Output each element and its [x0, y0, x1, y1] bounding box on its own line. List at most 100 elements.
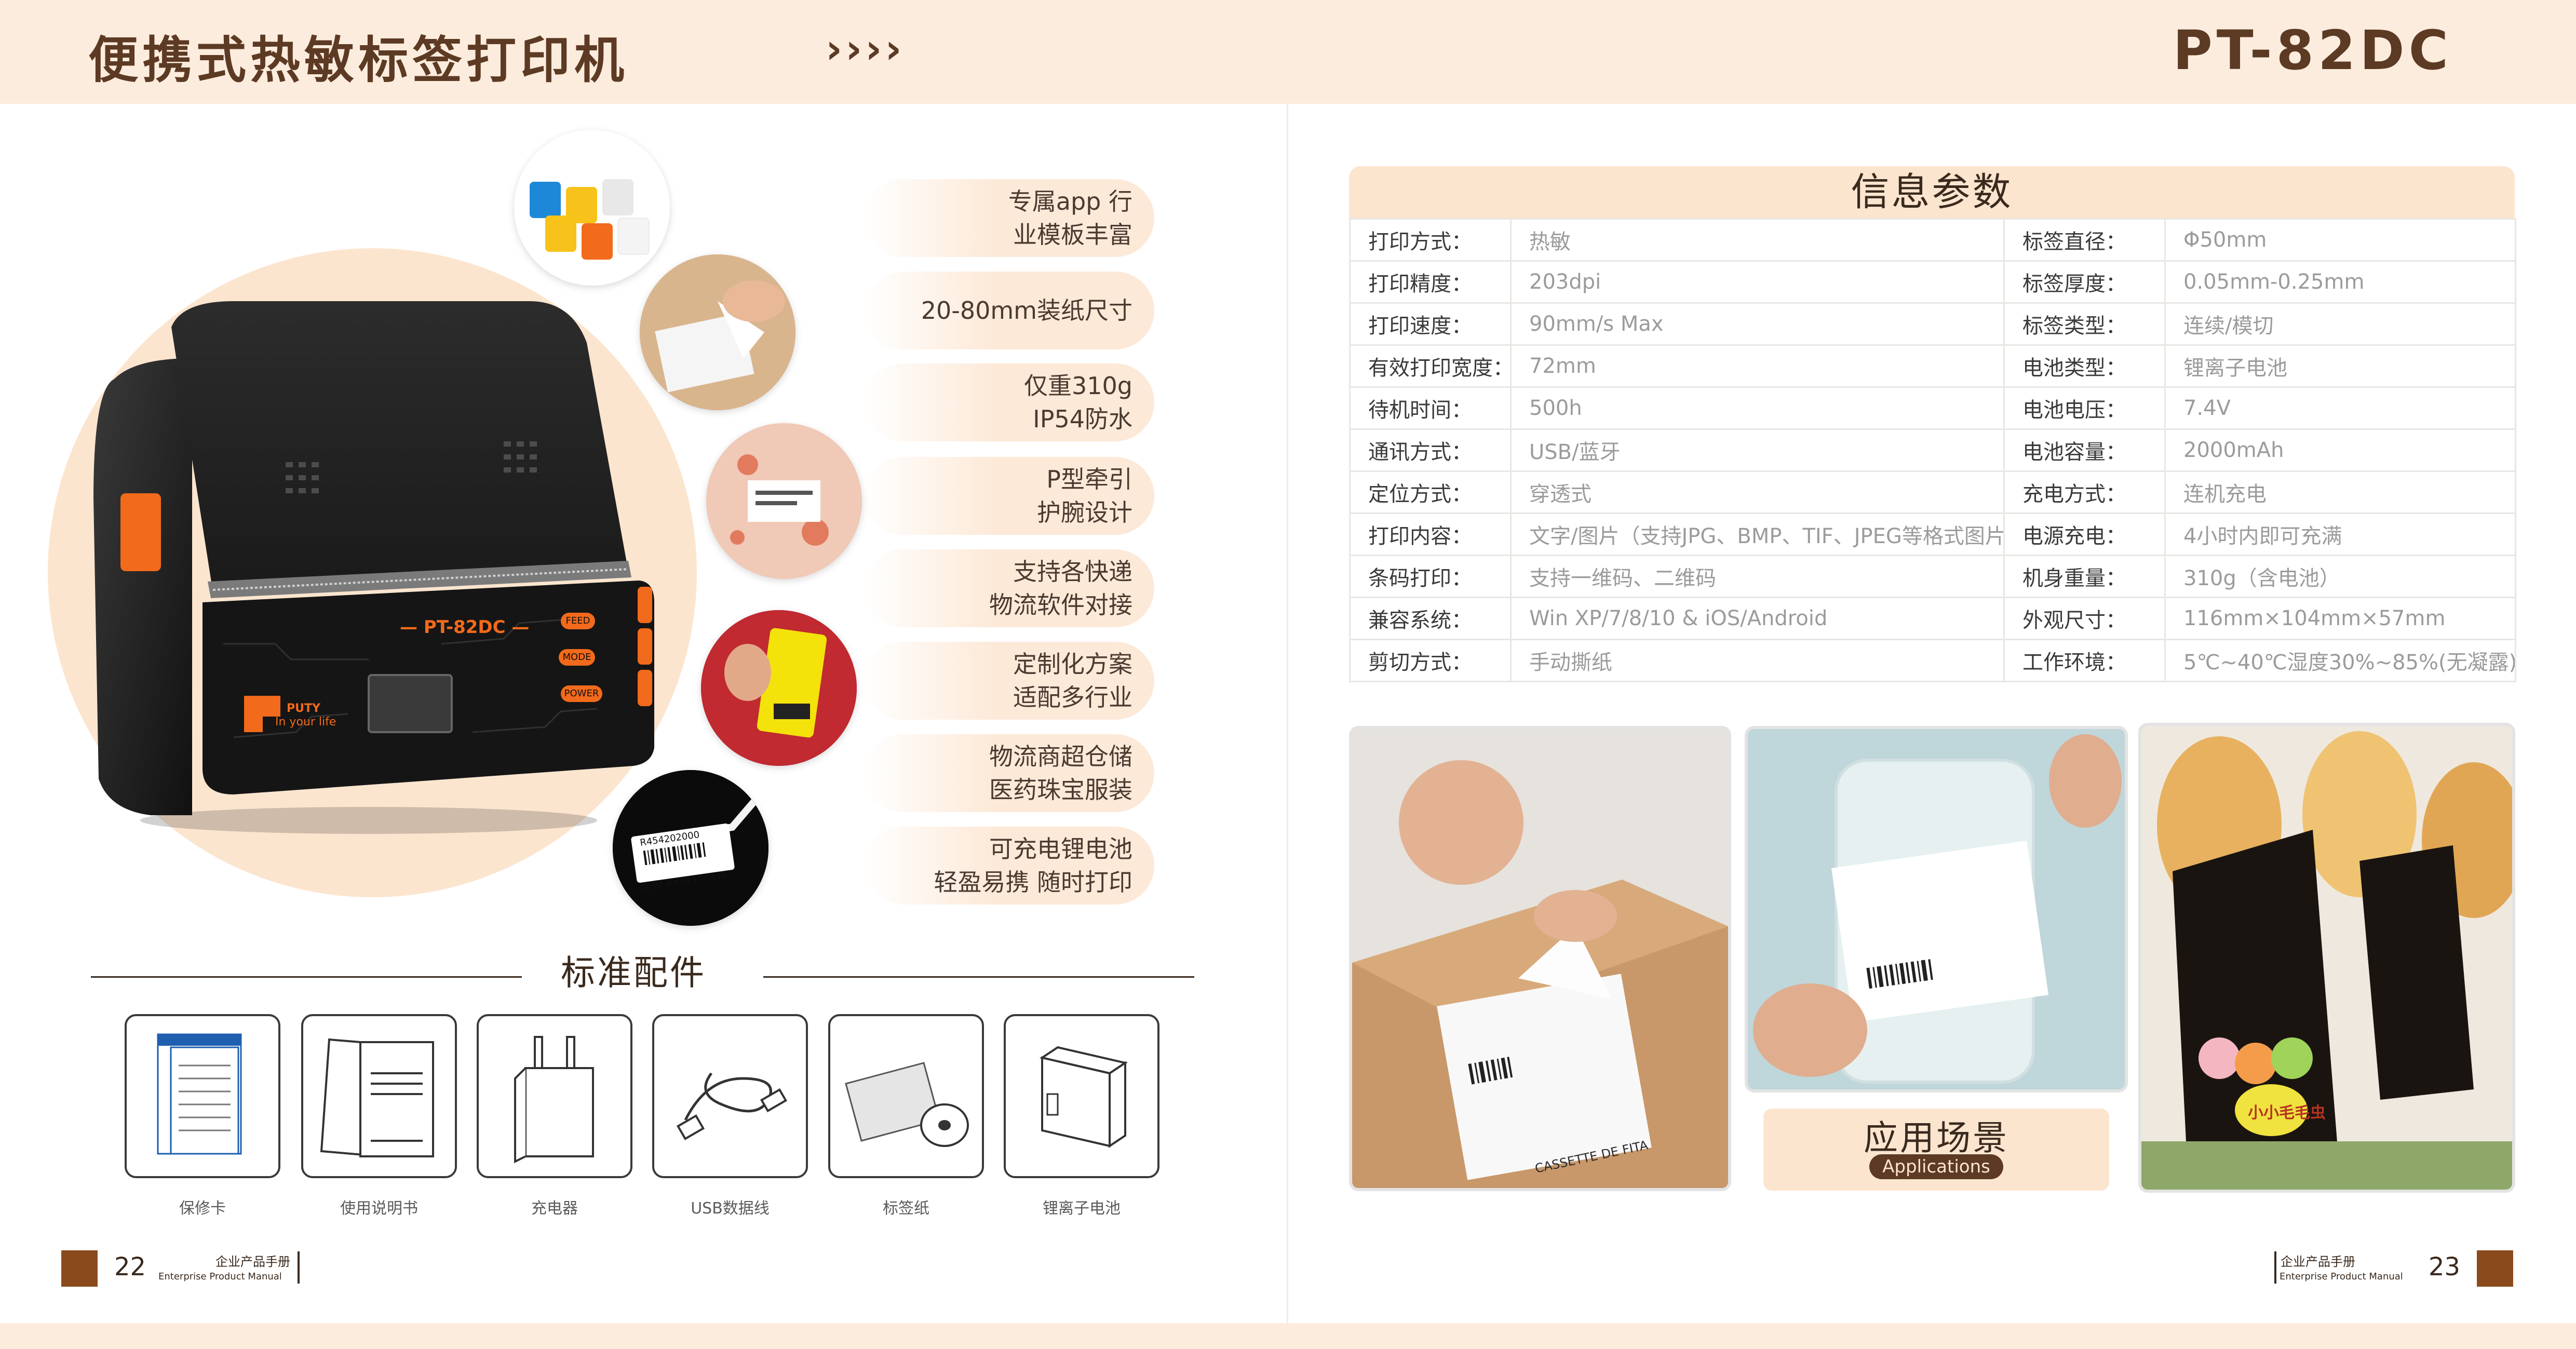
- spec-key: 电池类型：: [2003, 344, 2166, 388]
- feature-line: 业模板丰富: [1013, 221, 1132, 249]
- feature-line: 物流商超仓储: [989, 743, 1132, 771]
- accessory-manual: [301, 1014, 457, 1178]
- spec-value: Φ50mm: [2164, 218, 2516, 262]
- accessory-label: 使用说明书: [340, 1199, 418, 1218]
- spec-value: 0.05mm-0.25mm: [2164, 260, 2516, 304]
- page-number: 23: [2429, 1252, 2461, 1281]
- feature-item: 定制化方案适配多行业: [864, 642, 1154, 720]
- printer-illustration: [93, 301, 654, 834]
- spec-key: 外观尺寸：: [2003, 597, 2166, 640]
- spec-key: 条码打印：: [1349, 555, 1512, 598]
- charger-icon: [514, 1036, 594, 1164]
- spec-value: 310g（含电池）: [2164, 555, 2516, 598]
- usb-cable-icon: [676, 1072, 788, 1140]
- spec-row: 待机时间： 500h 电池电压： 7.4V: [1349, 386, 2516, 430]
- warranty-card-icon: [157, 1033, 242, 1155]
- spec-value: 5℃~40℃湿度30%~85%(无凝露): [2164, 639, 2516, 682]
- spec-value: 500h: [1510, 386, 2005, 430]
- feature-line: 仅重310g: [1024, 372, 1132, 400]
- spec-value: 手动撕纸: [1510, 639, 2005, 682]
- spec-key: 打印方式：: [1349, 218, 1512, 262]
- arrows-decoration: ››››: [826, 26, 905, 73]
- feature-item: 专属app 行业模板丰富: [864, 179, 1154, 257]
- battery-icon: [1040, 1046, 1128, 1148]
- spec-key: 充电方式：: [2003, 470, 2166, 514]
- spec-value: 72mm: [1510, 344, 2005, 388]
- spec-value: 7.4V: [2164, 386, 2516, 430]
- label-rolls-image: [514, 130, 670, 286]
- accessories-rule-left: [91, 976, 522, 978]
- spec-value: Win XP/7/8/10 & iOS/Android: [1510, 597, 2005, 640]
- applications-subtitle: Applications: [1869, 1154, 2003, 1179]
- feature-line: 适配多行业: [1013, 683, 1132, 711]
- feed-button[interactable]: FEED: [561, 613, 595, 629]
- spec-value: 锂离子电池: [2164, 344, 2516, 388]
- spec-key: 标签直径：: [2003, 218, 2166, 262]
- page-spine: [1287, 104, 1288, 1323]
- spec-title: 信息参数: [1349, 166, 2515, 218]
- spec-key: 标签厚度：: [2003, 260, 2166, 304]
- applications-title: 应用场景: [1864, 1118, 2009, 1158]
- accessory-label: USB数据线: [691, 1199, 770, 1218]
- spec-value: 穿透式: [1510, 470, 2005, 514]
- spec-table: 打印方式： 热敏 标签直径： Φ50mm 打印精度： 203dpi 标签厚度： 0.05mm-…: [1349, 218, 2516, 682]
- spec-key: 打印内容：: [1349, 512, 1512, 556]
- spec-row: 条码打印： 支持一维码、二维码 机身重量： 310g（含电池）: [1349, 555, 2516, 598]
- manual-title-en: Enterprise Product Manual: [2280, 1271, 2403, 1282]
- spec-value: 支持一维码、二维码: [1510, 555, 2005, 598]
- spec-row: 打印内容： 文字/图片（支持JPG、BMP、TIF、JPEG等格式图片） 电源充电：…: [1349, 512, 2516, 556]
- accessory-label-paper: [828, 1014, 984, 1178]
- feature-line: 20-80mm装纸尺寸: [921, 296, 1132, 325]
- spec-key: 兼容系统：: [1349, 597, 1512, 640]
- spec-key: 机身重量：: [2003, 555, 2166, 598]
- waterproof-image: [706, 423, 862, 579]
- spec-value: 连续/模切: [2164, 302, 2516, 346]
- feature-line: 医药珠宝服装: [989, 776, 1132, 804]
- accessories-rule-right: [763, 976, 1194, 978]
- feature-line: 定制化方案: [1013, 650, 1132, 678]
- printer-brand: PUTY: [287, 702, 320, 715]
- bakery-photo: 小小毛毛虫: [2138, 723, 2515, 1193]
- power-button[interactable]: POWER: [561, 685, 602, 702]
- accessory-label: 锂离子电池: [1043, 1199, 1121, 1218]
- model-number: PT-82DC: [2173, 19, 2452, 82]
- footer-separator: [2274, 1251, 2276, 1284]
- spec-key: 电池电压：: [2003, 386, 2166, 430]
- spec-value: USB/蓝牙: [1510, 428, 2005, 472]
- spec-row: 定位方式： 穿透式 充电方式： 连机充电: [1349, 470, 2516, 514]
- spec-value: 4小时内即可充满: [2164, 512, 2516, 556]
- spec-value: 203dpi: [1510, 260, 2005, 304]
- manual-title-en: Enterprise Product Manual: [158, 1271, 282, 1282]
- spec-row: 打印方式： 热敏 标签直径： Φ50mm: [1349, 218, 2516, 262]
- accessory-label: 保修卡: [179, 1199, 226, 1218]
- spec-key: 电池容量：: [2003, 428, 2166, 472]
- spec-row: 兼容系统： Win XP/7/8/10 & iOS/Android 外观尺寸： 116…: [1349, 597, 2516, 640]
- spec-key: 有效打印宽度：: [1349, 344, 1512, 388]
- spec-key: 待机时间：: [1349, 386, 1512, 430]
- feature-line: 轻盈易携 随时打印: [934, 868, 1132, 896]
- spec-row: 剪切方式： 手动撕纸 工作环境： 5℃~40℃湿度30%~85%(无凝露): [1349, 639, 2516, 682]
- accessories-title: 标准配件: [561, 953, 706, 993]
- spec-value: 2000mAh: [2164, 428, 2516, 472]
- feature-line: 可充电锂电池: [989, 835, 1132, 863]
- feature-item: 20-80mm装纸尺寸: [864, 272, 1154, 349]
- feature-item: P型牵引 护腕设计: [864, 457, 1154, 535]
- feature-line: 支持各快递: [1013, 558, 1132, 586]
- spec-value: 116mm×104mm×57mm: [2164, 597, 2516, 640]
- spec-value: 热敏: [1510, 218, 2005, 262]
- shipping-box-photo: CASSETTE DE FITA: [1349, 726, 1731, 1191]
- feature-line: 护腕设计: [1037, 498, 1132, 527]
- spec-key: 定位方式：: [1349, 470, 1512, 514]
- mode-button[interactable]: MODE: [559, 649, 595, 666]
- accessory-battery: [1004, 1014, 1159, 1178]
- spec-row: 有效打印宽度： 72mm 电池类型： 锂离子电池: [1349, 344, 2516, 388]
- accessory-charger: [477, 1014, 632, 1178]
- label-peel-image: [640, 254, 795, 410]
- page-marker: [61, 1250, 98, 1287]
- spec-key: 打印速度：: [1349, 302, 1512, 346]
- label-roll-icon: [845, 1062, 969, 1147]
- footer-band: [0, 1323, 2576, 1349]
- accessory-label: 标签纸: [883, 1199, 929, 1218]
- accessory-warranty-card: [125, 1014, 280, 1178]
- yellow-tag-image: [701, 610, 857, 766]
